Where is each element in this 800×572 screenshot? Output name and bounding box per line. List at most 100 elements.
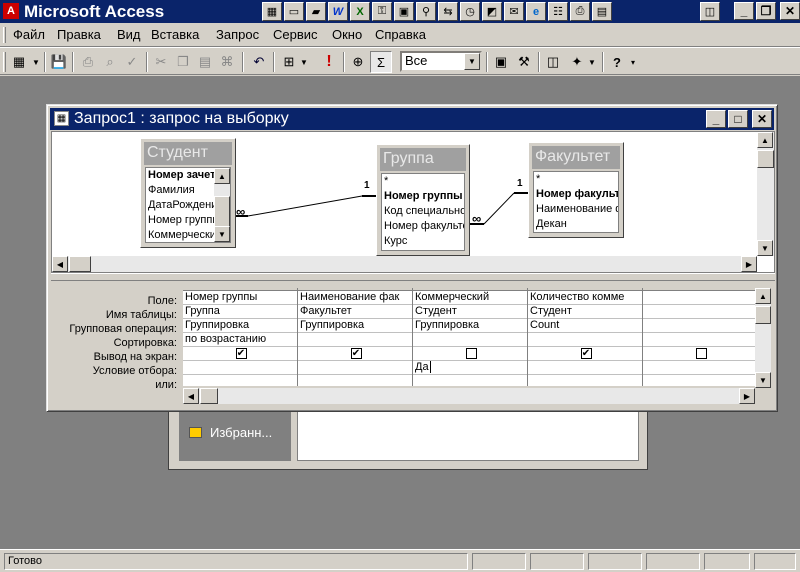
show-checkbox[interactable]: ✔ bbox=[235, 348, 247, 359]
menu-insert[interactable]: Вставка bbox=[151, 27, 199, 42]
scroll-up-icon[interactable]: ▲ bbox=[755, 288, 771, 304]
powerpoint-icon[interactable]: ▣ bbox=[394, 2, 414, 21]
grid-cell-criteria[interactable] bbox=[183, 361, 297, 375]
word-icon[interactable]: W bbox=[328, 2, 348, 21]
grid-cell-field[interactable]: Количество комме bbox=[528, 291, 642, 305]
menu-help[interactable]: Справка bbox=[375, 27, 426, 42]
find-icon[interactable]: ⚲ bbox=[416, 2, 436, 21]
toolbar-options-icon[interactable]: ▾ bbox=[628, 51, 638, 73]
scroll-thumb[interactable] bbox=[755, 306, 771, 324]
properties-icon[interactable]: ▣ bbox=[490, 51, 512, 73]
scroll-right-icon[interactable]: ▶ bbox=[741, 256, 757, 272]
print-icon[interactable]: ⎙ bbox=[77, 51, 99, 73]
new-document-icon[interactable]: ▭ bbox=[284, 2, 304, 21]
table-pane-hscroll[interactable]: ◀ ▶ bbox=[52, 256, 757, 272]
grid-cell-sort[interactable] bbox=[528, 333, 642, 347]
scroll-left-icon[interactable]: ◀ bbox=[183, 388, 199, 404]
menu-file[interactable]: Файл bbox=[13, 27, 45, 42]
grid-cell-total[interactable]: Группировка bbox=[183, 319, 297, 333]
grid-cell-table[interactable]: Группа bbox=[183, 305, 297, 319]
show-checkbox[interactable] bbox=[695, 348, 707, 359]
scroll-down-icon[interactable]: ▼ bbox=[755, 372, 771, 388]
query-type-dropdown-icon[interactable]: ▼ bbox=[298, 51, 310, 73]
grid-cell-table[interactable]: Факультет bbox=[298, 305, 412, 319]
printer-icon[interactable]: ⎙ bbox=[570, 2, 590, 21]
show-checkbox[interactable]: ✔ bbox=[580, 348, 592, 359]
table-pane-vscroll[interactable]: ▲ ▼ bbox=[757, 132, 774, 256]
grid-cell-criteria[interactable] bbox=[298, 361, 412, 375]
publisher-icon[interactable]: ◩ bbox=[482, 2, 502, 21]
minimize-button[interactable]: _ bbox=[734, 2, 754, 20]
build-icon[interactable]: ⚒ bbox=[513, 51, 535, 73]
clock-icon[interactable]: ◷ bbox=[460, 2, 480, 21]
grid-cell-table[interactable]: Студент bbox=[413, 305, 527, 319]
grid-cell-sort[interactable] bbox=[413, 333, 527, 347]
join-line[interactable] bbox=[483, 192, 515, 225]
cut-icon[interactable]: ✂ bbox=[150, 51, 172, 73]
grid-cell-field[interactable]: Наименование фак bbox=[298, 291, 412, 305]
grid-cell-table[interactable]: Студент bbox=[528, 305, 642, 319]
grid-cell-total[interactable] bbox=[643, 319, 755, 333]
scroll-thumb[interactable] bbox=[757, 150, 774, 168]
run-icon[interactable]: ! bbox=[318, 51, 340, 73]
close-button[interactable]: ✕ bbox=[780, 2, 800, 20]
grid-cell-criteria[interactable] bbox=[643, 361, 755, 375]
format-painter-icon[interactable]: ⌘ bbox=[216, 51, 238, 73]
grid-cell-field[interactable] bbox=[643, 291, 755, 305]
scroll-right-icon[interactable]: ▶ bbox=[739, 388, 755, 404]
menu-tools[interactable]: Сервис bbox=[273, 27, 318, 42]
contacts-icon[interactable]: ☷ bbox=[548, 2, 568, 21]
top-values-combo[interactable]: Все ▼ bbox=[400, 51, 482, 72]
new-object-icon[interactable]: ✦ bbox=[566, 51, 588, 73]
grid-cell-criteria[interactable] bbox=[528, 361, 642, 375]
grid-cell-criteria[interactable]: Да bbox=[413, 361, 527, 375]
grid-cell-sort[interactable] bbox=[643, 333, 755, 347]
grid-cell-total[interactable]: Count bbox=[528, 319, 642, 333]
grid-cell-or[interactable] bbox=[183, 375, 297, 386]
view-dropdown-icon[interactable]: ▼ bbox=[30, 51, 42, 73]
grid-cell-total[interactable]: Группировка bbox=[298, 319, 412, 333]
menu-edit[interactable]: Правка bbox=[57, 27, 101, 42]
scroll-thumb[interactable] bbox=[69, 256, 91, 272]
menu-window[interactable]: Окно bbox=[332, 27, 362, 42]
favorites-group-item[interactable]: Избранн... bbox=[189, 425, 272, 440]
grid-cell-or[interactable] bbox=[298, 375, 412, 386]
menu-query[interactable]: Запрос bbox=[216, 27, 259, 42]
binder-icon[interactable]: ⇆ bbox=[438, 2, 458, 21]
show-table-icon[interactable]: ⊕ bbox=[347, 51, 369, 73]
join-line[interactable] bbox=[247, 195, 363, 217]
mail-icon[interactable]: ✉ bbox=[504, 2, 524, 21]
undo-icon[interactable]: ↶ bbox=[248, 51, 270, 73]
query-type-icon[interactable]: ⊞ bbox=[278, 51, 300, 73]
help-icon[interactable]: ? bbox=[606, 51, 628, 73]
save-icon[interactable]: 💾 bbox=[48, 51, 70, 73]
table-pane[interactable]: Студент Номер зачетки Фамилия ДатаРожден… bbox=[51, 131, 775, 273]
new-object-dropdown-icon[interactable]: ▼ bbox=[586, 51, 598, 73]
grid-cell-or[interactable] bbox=[413, 375, 527, 386]
grid-cell-field[interactable]: Номер группы bbox=[183, 291, 297, 305]
show-checkbox[interactable]: ✔ bbox=[350, 348, 362, 359]
print-preview-icon[interactable]: ⌕ bbox=[99, 51, 121, 73]
grid-cell-or[interactable] bbox=[643, 375, 755, 386]
close-button[interactable]: ✕ bbox=[752, 110, 772, 128]
internet-explorer-icon[interactable]: e bbox=[526, 2, 546, 21]
scroll-up-icon[interactable]: ▲ bbox=[757, 132, 773, 148]
object-list[interactable] bbox=[297, 411, 639, 461]
grid-cell-table[interactable] bbox=[643, 305, 755, 319]
key-icon[interactable]: ⚿ bbox=[372, 2, 392, 21]
office-assistant-icon[interactable]: ◫ bbox=[700, 2, 720, 21]
paste-icon[interactable]: ▤ bbox=[194, 51, 216, 73]
grid-cell-sort[interactable]: по возрастанию bbox=[183, 333, 297, 347]
spelling-icon[interactable]: ✓ bbox=[121, 51, 143, 73]
scroll-thumb[interactable] bbox=[200, 388, 218, 404]
menu-view[interactable]: Вид bbox=[117, 27, 141, 42]
copy-icon[interactable]: ❐ bbox=[172, 51, 194, 73]
totals-icon[interactable]: Σ bbox=[370, 51, 392, 73]
minimize-button[interactable]: _ bbox=[706, 110, 726, 128]
maximize-button[interactable]: □ bbox=[728, 110, 748, 128]
grid-cell-sort[interactable] bbox=[298, 333, 412, 347]
show-checkbox[interactable] bbox=[465, 348, 477, 359]
grid-cell-or[interactable] bbox=[528, 375, 642, 386]
chevron-down-icon[interactable]: ▼ bbox=[464, 53, 480, 70]
grid-vscroll[interactable]: ▲ ▼ bbox=[755, 288, 771, 388]
